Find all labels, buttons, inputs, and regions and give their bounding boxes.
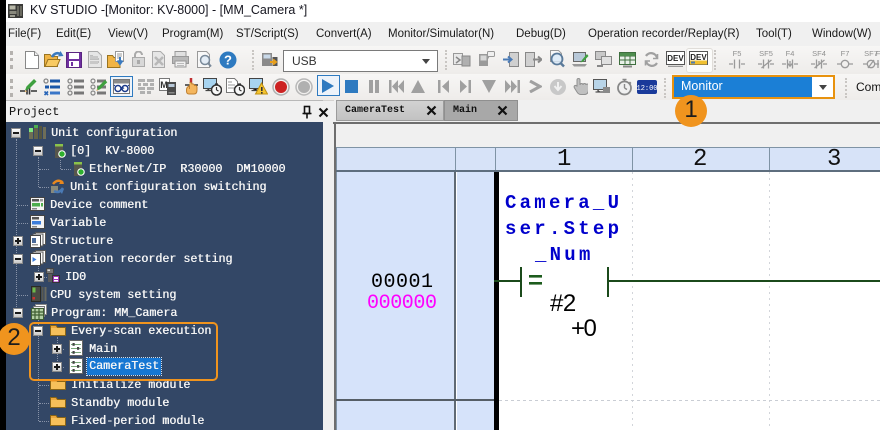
svg-text:F7: F7: [841, 49, 850, 58]
svg-text:DEV: DEV: [667, 54, 684, 63]
svg-text:F4: F4: [786, 49, 795, 58]
svg-text:12:00: 12:00: [637, 85, 657, 93]
svg-text:SF5: SF5: [759, 49, 773, 58]
svg-text:F: F: [876, 49, 880, 58]
svg-text:M: M: [160, 80, 168, 90]
svg-text:SF4: SF4: [812, 49, 826, 58]
svg-text:?: ?: [224, 53, 232, 68]
svg-text:F5: F5: [733, 49, 742, 58]
